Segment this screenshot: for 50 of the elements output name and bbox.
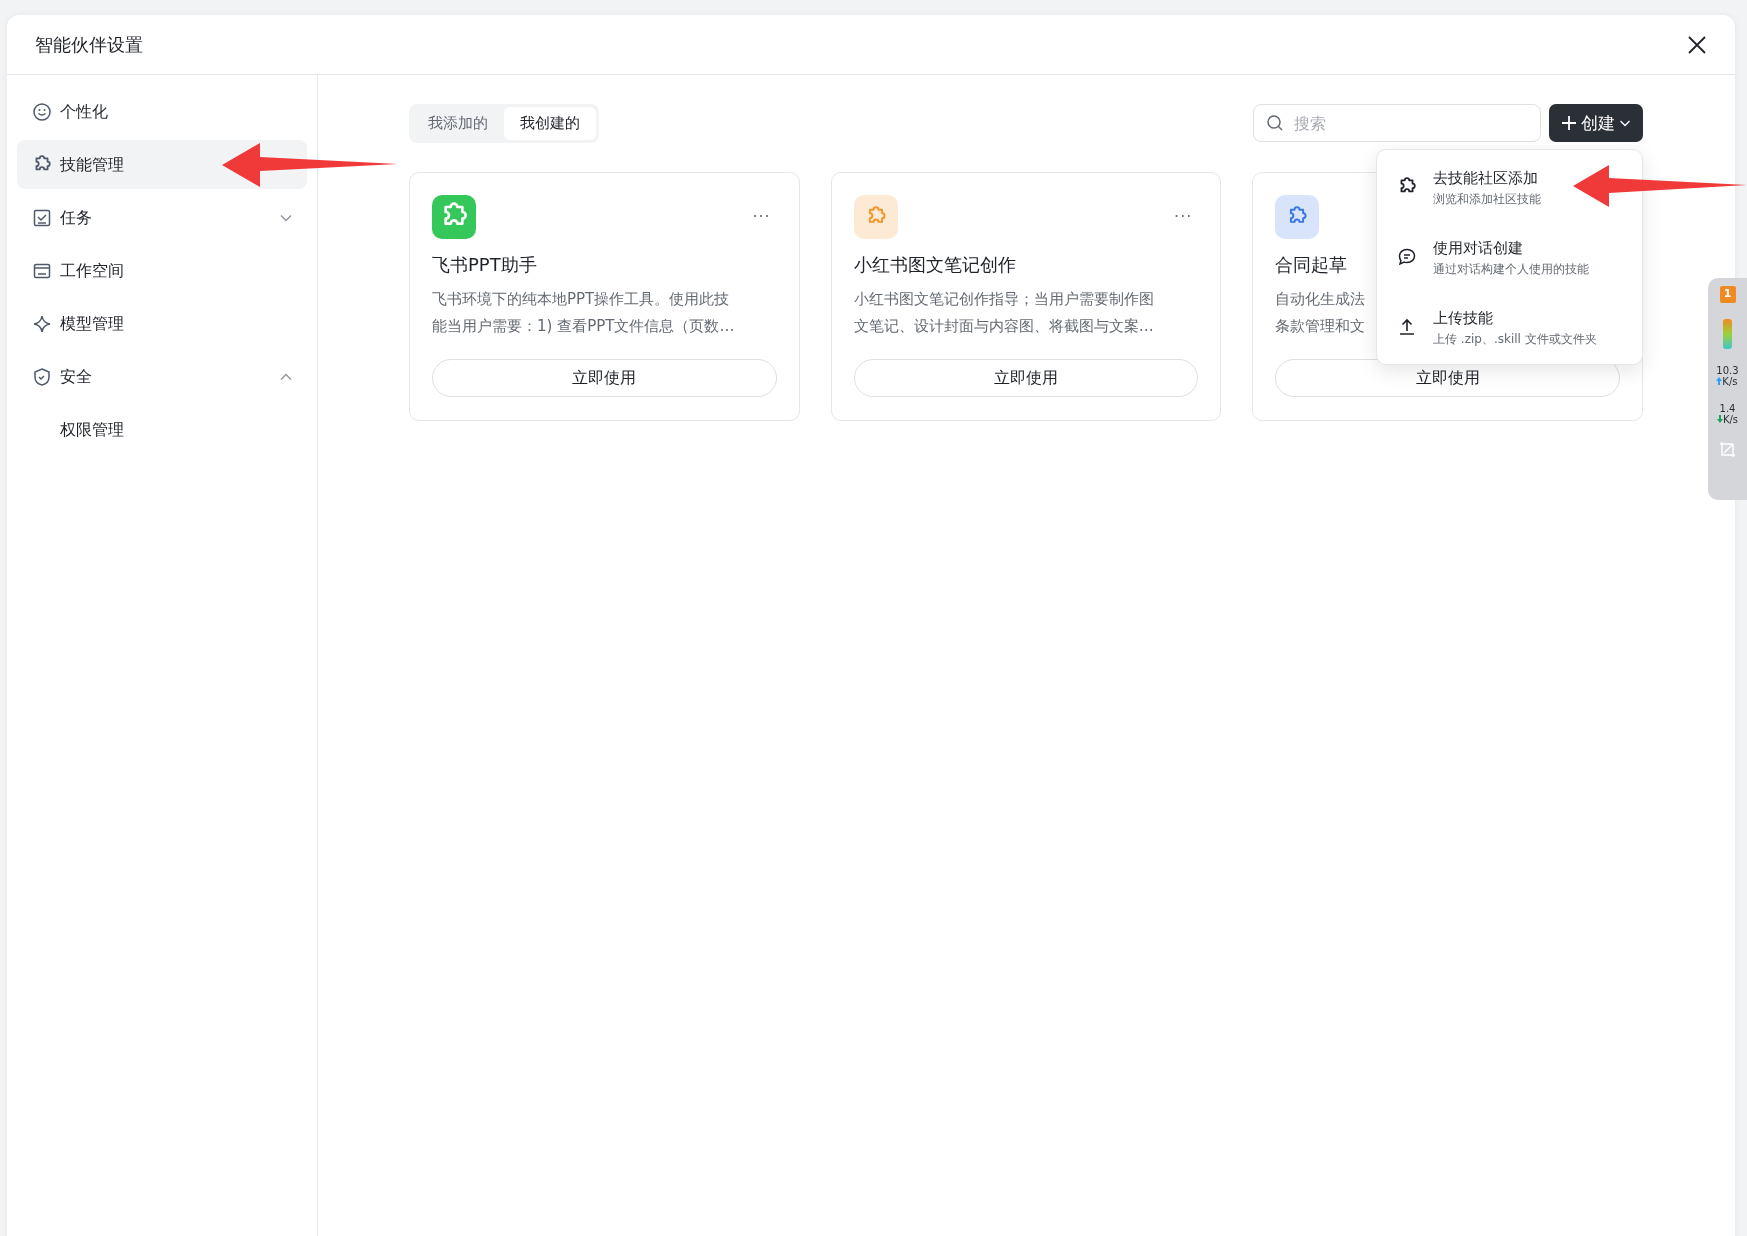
menu-item-title: 上传技能 bbox=[1433, 308, 1494, 329]
card-title: 合同起草 bbox=[1275, 252, 1348, 277]
sidebar-item[interactable]: 模型管理 bbox=[17, 299, 307, 348]
down-arrow-icon bbox=[1716, 415, 1723, 423]
card-description: 文笔记、设计封面与内容图、将截图与文案… bbox=[853, 315, 1154, 337]
card-description: 小红书图文笔记创作指导；当用户需要制作图 bbox=[853, 288, 1154, 310]
speed-value: 10.3 bbox=[1716, 364, 1739, 376]
more-button[interactable]: ··· bbox=[1168, 204, 1199, 229]
sidebar-item[interactable]: 技能管理 bbox=[17, 140, 307, 189]
card-title: 小红书图文笔记创作 bbox=[853, 252, 1016, 277]
use-button[interactable]: 立即使用 bbox=[432, 358, 777, 397]
search-icon bbox=[1266, 114, 1284, 133]
badge-count: 1 bbox=[1719, 286, 1736, 303]
menu-item[interactable]: 使用对话创建 通过对话构建个人使用的技能 bbox=[1385, 222, 1634, 293]
menu-item-title: 去技能社区添加 bbox=[1433, 168, 1539, 189]
sidebar-item[interactable]: 权限管理 bbox=[17, 405, 307, 454]
card-description: 自动化生成法 bbox=[1275, 288, 1366, 310]
card-title: 飞书PPT助手 bbox=[432, 252, 537, 277]
card-description: 能当用户需要：1) 查看PPT文件信息（页数… bbox=[432, 315, 735, 337]
up-arrow-icon bbox=[1716, 377, 1723, 385]
chat-bubble-icon bbox=[1397, 247, 1417, 268]
speed-value: 1.4 bbox=[1718, 402, 1737, 414]
shield-icon bbox=[32, 366, 52, 387]
speed-unit: K/s bbox=[1722, 413, 1739, 425]
use-button[interactable]: 立即使用 bbox=[853, 358, 1199, 397]
sparkle-icon bbox=[32, 313, 52, 334]
upload-icon bbox=[1397, 317, 1417, 338]
speed-unit: K/s bbox=[1722, 375, 1738, 387]
window-title: 智能伙伴设置 bbox=[35, 33, 143, 57]
tab[interactable]: 我添加的 bbox=[412, 107, 504, 140]
menu-item-description: 上传 .zip、.skill 文件或文件夹 bbox=[1433, 330, 1597, 348]
card-description: 条款管理和文 bbox=[1275, 315, 1366, 337]
smiley-icon bbox=[32, 101, 52, 122]
search-box[interactable]: 搜索 bbox=[1253, 104, 1541, 143]
tab[interactable]: 我创建的 bbox=[504, 107, 596, 140]
sidebar-item[interactable]: 安全 bbox=[17, 352, 307, 401]
menu-item-description: 通过对话构建个人使用的技能 bbox=[1433, 260, 1589, 278]
more-button[interactable]: ··· bbox=[746, 204, 777, 229]
sidebar-item[interactable]: 个性化 bbox=[17, 87, 307, 136]
menu-item[interactable]: 去技能社区添加 浏览和添加社区技能 bbox=[1385, 152, 1634, 223]
card-description: 飞书环境下的纯本地PPT操作工具。使用此技 bbox=[432, 288, 730, 310]
plus-icon bbox=[1561, 115, 1577, 132]
menu-item-description: 浏览和添加社区技能 bbox=[1433, 190, 1541, 208]
meter-gradient bbox=[1723, 318, 1732, 349]
create-button[interactable]: 创建 bbox=[1549, 104, 1643, 143]
checklist-icon bbox=[32, 207, 52, 228]
sidebar-item[interactable]: 工作空间 bbox=[17, 246, 307, 295]
menu-item-title: 使用对话创建 bbox=[1433, 238, 1524, 259]
close-icon[interactable] bbox=[1687, 34, 1707, 55]
sidebar-item[interactable]: 任务 bbox=[17, 193, 307, 242]
